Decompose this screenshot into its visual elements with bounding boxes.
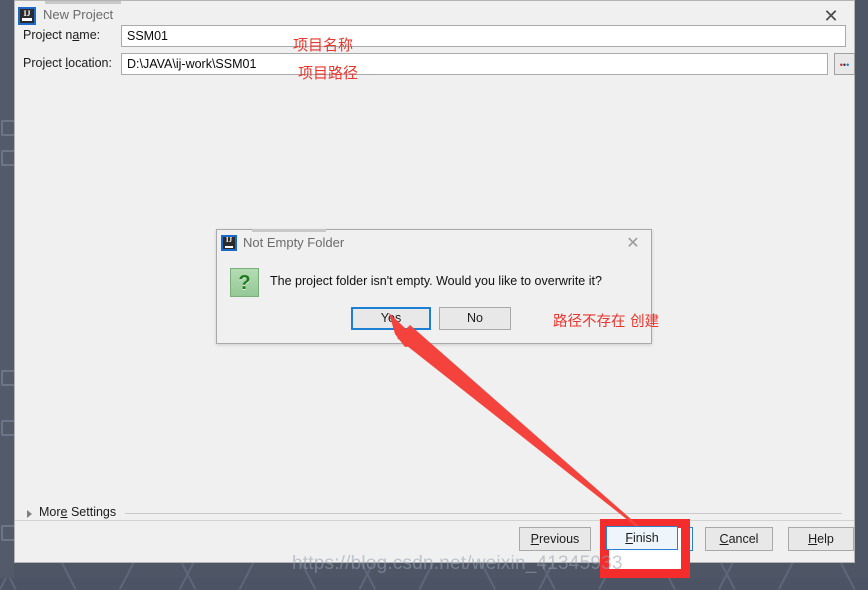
- chevron-right-icon[interactable]: [27, 510, 32, 518]
- project-name-label: Project name:: [23, 28, 100, 42]
- finish-button-accel-2: F: [625, 531, 633, 545]
- question-icon-glyph: ?: [231, 270, 258, 296]
- annotation-create-path: 路径不存在 创建: [553, 310, 659, 331]
- more-settings-label-before: Mor: [39, 505, 61, 519]
- project-name-label-before: Project n: [23, 28, 72, 42]
- annotation-project-path: 项目路径: [298, 62, 358, 83]
- help-button[interactable]: Help: [788, 527, 854, 551]
- previous-button[interactable]: Previous: [519, 527, 591, 551]
- project-location-label-after: ocation:: [68, 56, 112, 70]
- browse-ellipsis-button[interactable]: •••: [834, 53, 855, 75]
- help-button-accel: H: [808, 532, 817, 546]
- intellij-idea-icon: IJ: [221, 235, 237, 251]
- cancel-button-label: ancel: [729, 532, 759, 546]
- more-settings-label: More Settings: [39, 505, 116, 519]
- annotation-project-name: 项目名称: [293, 34, 353, 55]
- close-icon[interactable]: ✕: [623, 233, 643, 253]
- dialog-tab-stub: [252, 229, 326, 232]
- previous-button-accel: P: [531, 532, 539, 546]
- intellij-idea-icon: IJ: [18, 7, 36, 25]
- project-name-input[interactable]: SSM01: [121, 25, 846, 47]
- intellij-idea-icon-text: IJ: [20, 9, 34, 18]
- divider: [125, 513, 842, 514]
- window-title: New Project: [43, 7, 113, 22]
- finish-button-label-2: inish: [633, 531, 659, 545]
- more-settings-label-after: Settings: [67, 505, 116, 519]
- project-location-label: Project location:: [23, 56, 112, 70]
- help-button-label: elp: [817, 532, 834, 546]
- watermark: https://blog.csdn.net/weixin_41345933: [292, 553, 623, 575]
- dialog-message: The project folder isn't empty. Would yo…: [270, 274, 602, 288]
- intellij-idea-icon-text: IJ: [223, 236, 235, 245]
- ide-left-toolbar-strip: [0, 0, 14, 578]
- intellij-idea-icon-bar: [22, 18, 32, 21]
- titlebar-tab-stub: [45, 1, 121, 4]
- cancel-button[interactable]: Cancel: [705, 527, 773, 551]
- dialog-title: Not Empty Folder: [243, 235, 344, 250]
- project-location-label-before: Project: [23, 56, 65, 70]
- footer-divider: [15, 520, 854, 521]
- intellij-idea-icon-bar: [225, 246, 233, 248]
- project-location-input[interactable]: D:\JAVA\ij-work\SSM01: [121, 53, 828, 75]
- more-settings-row[interactable]: More Settings: [15, 503, 854, 527]
- yes-button[interactable]: Yes: [351, 307, 431, 330]
- finish-button-highlighted[interactable]: Finish: [606, 526, 678, 550]
- question-icon: ?: [230, 268, 259, 297]
- no-button[interactable]: No: [439, 307, 511, 330]
- previous-button-label: revious: [539, 532, 579, 546]
- ellipsis-icon: •••: [835, 61, 854, 69]
- project-name-label-after: me:: [79, 28, 100, 42]
- cancel-button-accel: C: [720, 532, 729, 546]
